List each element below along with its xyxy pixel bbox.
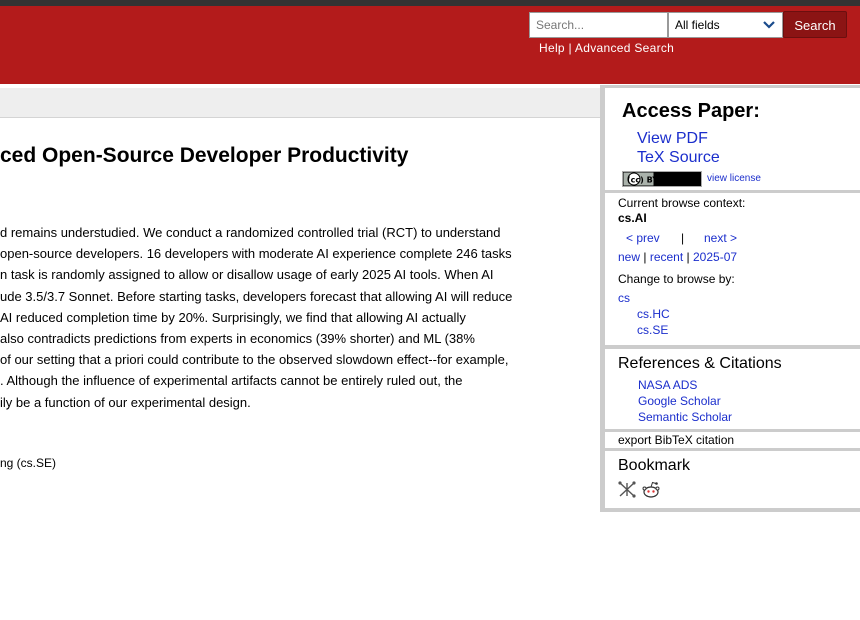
bibtex-box: export BibTeX citation — [605, 432, 860, 448]
abstract-line: ily be a function of our experimental de… — [0, 394, 251, 410]
google-scholar-link[interactable]: Google Scholar — [638, 394, 721, 408]
abstract: d remains understudied. We conduct a ran… — [0, 222, 572, 413]
tex-source-link[interactable]: TeX Source — [637, 149, 720, 167]
next-link[interactable]: next > — [704, 231, 737, 245]
abstract-line: AI reduced completion time by 20%. Surpr… — [0, 309, 466, 325]
semantic-scholar-link[interactable]: Semantic Scholar — [638, 410, 732, 424]
bookmark-box: Bookmark — [605, 451, 860, 508]
abstract-line: of our setting that a priori could contr… — [0, 352, 509, 368]
export-bibtex-link[interactable]: export BibTeX citation — [618, 433, 734, 447]
help-link[interactable]: Help — [539, 41, 565, 55]
prev-link[interactable]: < prev — [626, 231, 660, 245]
subjects-value: ng (cs.SE) — [0, 456, 57, 470]
browse-box: Current browse context: cs.AI < prev | n… — [605, 193, 860, 345]
references-box: References & Citations NASA ADS Google S… — [605, 349, 860, 429]
recent-link[interactable]: recent — [650, 250, 683, 264]
abstract-line: open-source developers. 16 developers wi… — [0, 246, 512, 262]
chevron-down-icon — [763, 21, 775, 29]
license-badge-text: (cc) BY — [627, 176, 658, 185]
new-link[interactable]: new — [618, 250, 640, 264]
browse-separator: | — [686, 250, 690, 264]
bookmark-icons — [618, 481, 660, 503]
browse-cat-cs-hc[interactable]: cs.HC — [637, 307, 670, 321]
access-paper-box: Access Paper: View PDF TeX Source (cc) B… — [605, 88, 860, 190]
browse-cat-cs[interactable]: cs — [618, 291, 630, 305]
breadcrumb-bar — [0, 88, 600, 118]
search-input[interactable] — [529, 12, 668, 38]
browse-list-links: new | recent | 2025-07 — [618, 250, 737, 264]
browse-context-label: Current browse context: — [618, 196, 746, 210]
abstract-line: also contradicts predictions from expert… — [0, 330, 475, 346]
cc-by-license-badge[interactable]: (cc) BY — [622, 171, 702, 187]
abstract-line: d remains understudied. We conduct a ran… — [0, 225, 501, 240]
header-link-separator: | — [564, 41, 575, 55]
month-link[interactable]: 2025-07 — [693, 250, 737, 264]
abstract-line: ude 3.5/3.7 Sonnet. Before starting task… — [0, 288, 513, 304]
advanced-search-link[interactable]: Advanced Search — [575, 41, 674, 55]
bibsonomy-icon[interactable] — [618, 481, 636, 498]
search-field-selected: All fields — [675, 18, 720, 32]
prev-next-divider: | — [681, 231, 685, 245]
browse-cat-cs-se[interactable]: cs.SE — [637, 323, 668, 337]
nasa-ads-link[interactable]: NASA ADS — [638, 378, 697, 392]
paper-title: ced Open-Source Developer Productivity — [0, 144, 409, 167]
reddit-icon[interactable] — [642, 481, 660, 498]
view-license-link[interactable]: view license — [707, 173, 761, 184]
header-links: Help | Advanced Search — [539, 41, 674, 55]
sidebar: Access Paper: View PDF TeX Source (cc) B… — [600, 85, 860, 512]
browse-separator: | — [643, 250, 647, 264]
change-browse-label: Change to browse by: — [618, 272, 735, 286]
access-paper-heading: Access Paper: — [622, 100, 760, 122]
abstract-line: . Although the influence of experimental… — [0, 373, 463, 389]
browse-context-value: cs.AI — [618, 211, 647, 225]
view-pdf-link[interactable]: View PDF — [637, 130, 708, 148]
search-button[interactable]: Search — [783, 11, 847, 38]
search-field-select[interactable]: All fields — [668, 12, 783, 38]
bookmark-heading: Bookmark — [618, 457, 691, 474]
references-heading: References & Citations — [618, 355, 782, 372]
abstract-line: n task is randomly assigned to allow or … — [0, 267, 494, 283]
